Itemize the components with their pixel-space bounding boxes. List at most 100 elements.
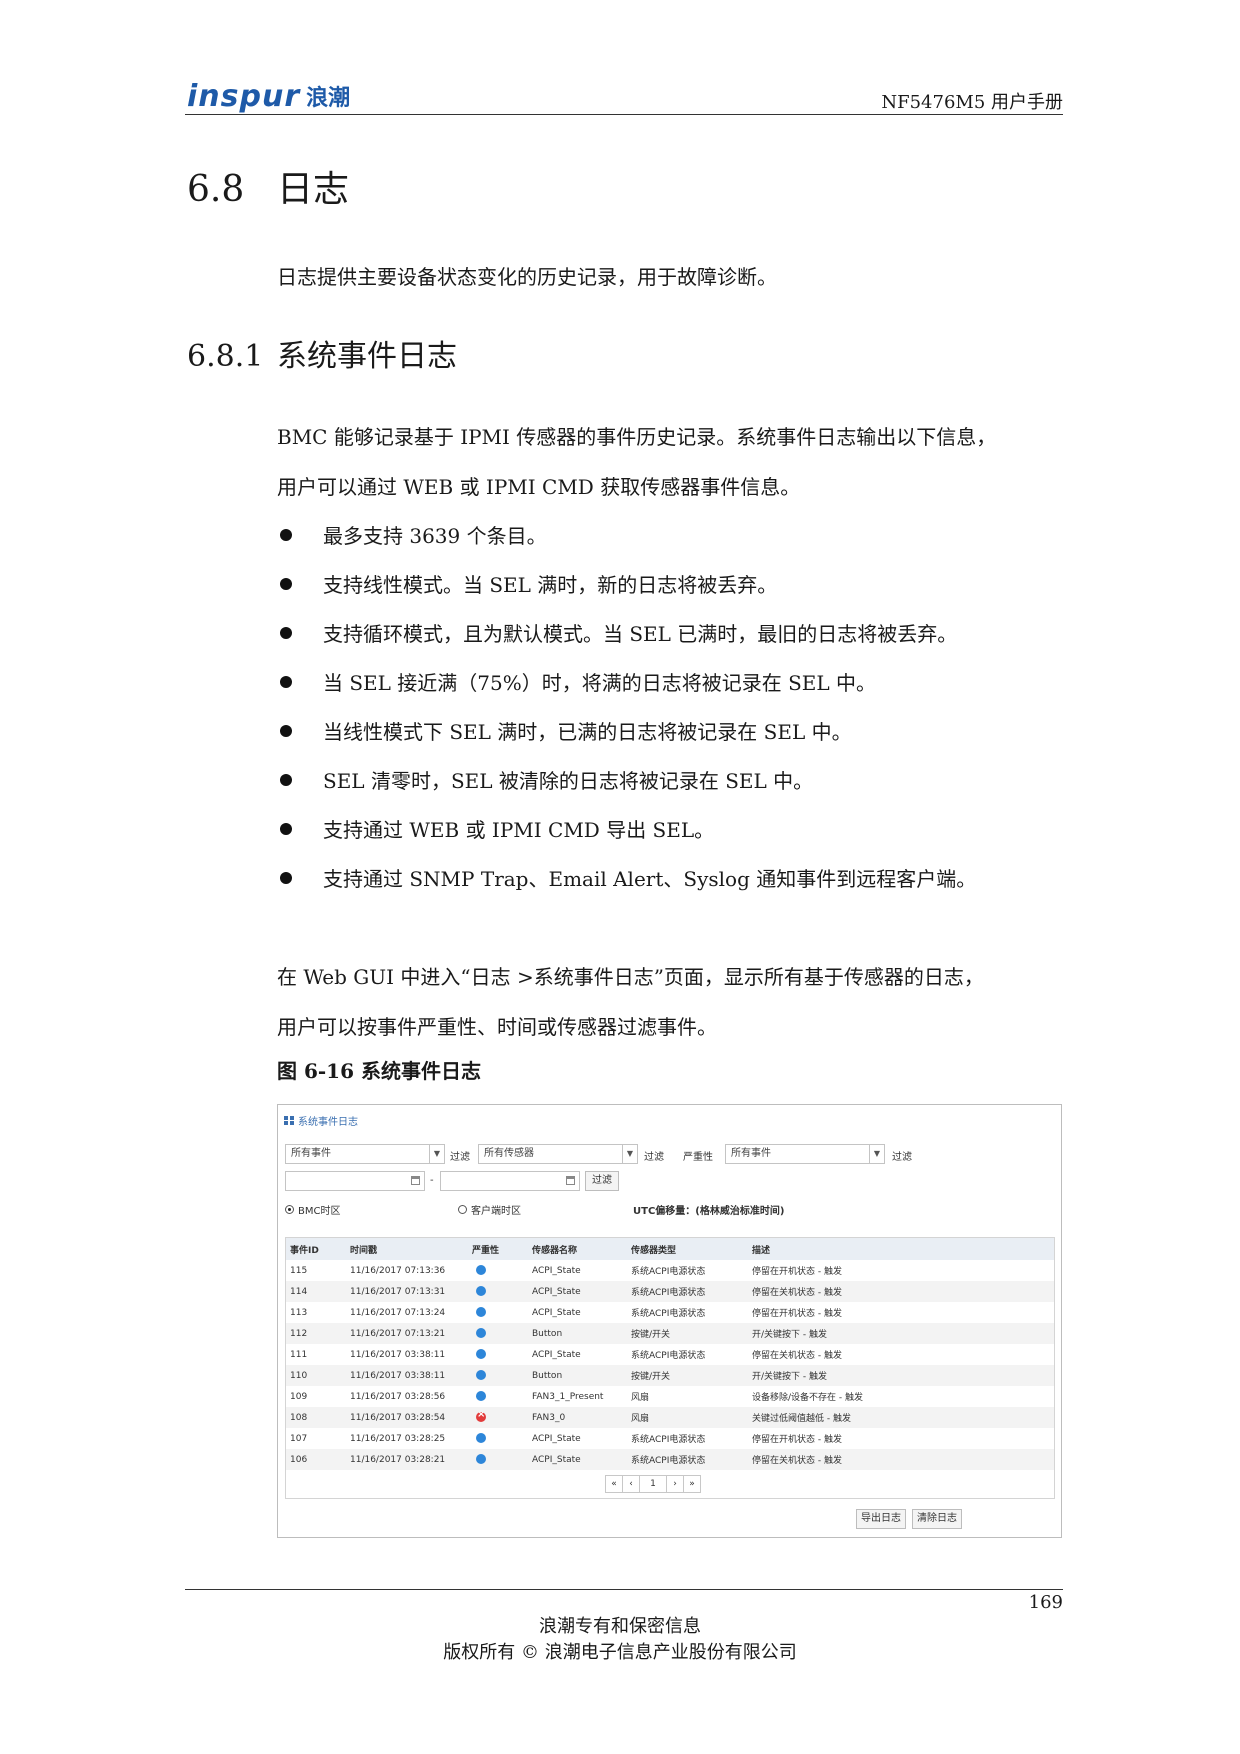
subsection-title: 系统事件日志: [277, 339, 457, 374]
table-row[interactable]: 112 11/16/2017 07:13:21 Button 按键/开关 开/关键按下 …: [286, 1323, 1054, 1344]
list-item: 当线性模式下 SEL 满时，已满的日志将被记录在 SEL 中。: [277, 706, 1077, 755]
table-row[interactable]: 114 11/16/2017 07:13:31 ACPI_State 系统ACPI电源…: [286, 1281, 1054, 1302]
sensor-name-cell: ACPI_State: [532, 1286, 581, 1297]
table-row[interactable]: 110 11/16/2017 03:38:11 Button 按键/开关 开/关键按下 …: [286, 1365, 1054, 1386]
sel-screenshot: 系统事件日志 所有事件 ▼ 过滤 所有传感器 ▼ 过滤 严重性 所有事件 ▼ 过…: [277, 1104, 1062, 1538]
column-header-event-id[interactable]: 事件ID: [286, 1243, 346, 1256]
radio-selected-icon: [285, 1205, 294, 1214]
calendar-icon[interactable]: [411, 1176, 420, 1185]
logo-wordmark: inspur: [187, 78, 301, 114]
sensor-name-cell: FAN3_1_Present: [532, 1391, 604, 1402]
list-item: 最多支持 3639 个条目。: [277, 510, 1077, 559]
export-log-button[interactable]: 导出日志: [856, 1509, 906, 1529]
column-header-sensor-name[interactable]: 传感器名称: [528, 1243, 627, 1256]
end-date-input[interactable]: [440, 1171, 580, 1191]
client-timezone-radio[interactable]: 客户端时区: [458, 1202, 521, 1217]
filter-button[interactable]: 过滤: [585, 1171, 619, 1191]
sensor-type-cell: 风扇: [631, 1414, 650, 1424]
table-row[interactable]: 115 11/16/2017 07:13:36 ACPI_State 系统ACPI电源…: [286, 1260, 1054, 1281]
footer-confidential: 浪潮专有和保密信息: [539, 1616, 701, 1637]
sensor-type-cell: 风扇: [631, 1393, 650, 1403]
last-page-button[interactable]: »: [683, 1475, 701, 1493]
column-header-timestamp[interactable]: 时间戳: [346, 1243, 468, 1256]
description-cell: 停留在关机状态 - 触发: [752, 1288, 842, 1298]
table-row[interactable]: 113 11/16/2017 07:13:24 ACPI_State 系统ACPI电源…: [286, 1302, 1054, 1323]
severity-select[interactable]: 所有事件 ▼: [725, 1144, 885, 1164]
prev-page-button[interactable]: ‹: [622, 1475, 640, 1493]
subsection-heading: 6.8.1 系统事件日志: [187, 331, 457, 375]
timestamp-cell: 11/16/2017 07:13:21: [350, 1328, 446, 1339]
table-row[interactable]: 109 11/16/2017 03:28:56 FAN3_1_Present 风扇 设备…: [286, 1386, 1054, 1407]
panel-title-text: 系统事件日志: [298, 1117, 358, 1128]
timestamp-cell: 11/16/2017 03:28:56: [350, 1391, 446, 1402]
paragraph-line: 在 Web GUI 中进入“日志 >系统事件日志”页面，显示所有基于传感器的日志…: [277, 965, 984, 989]
figure-caption: 图 6-16 系统事件日志: [277, 1059, 481, 1083]
table-row[interactable]: 106 11/16/2017 03:28:21 ACPI_State 系统ACPI电源…: [286, 1449, 1054, 1470]
body-paragraph-1: BMC 能够记录基于 IPMI 传感器的事件历史记录。系统事件日志输出以下信息，…: [277, 412, 1067, 512]
event-id-cell: 108: [290, 1412, 308, 1423]
pagination-area: « ‹ 1 › »: [286, 1470, 1054, 1498]
radio-label: 客户端时区: [471, 1206, 521, 1217]
list-item-text: 支持线性模式。当 SEL 满时，新的日志将被丢弃。: [323, 573, 778, 597]
table-row[interactable]: 107 11/16/2017 03:28:25 ACPI_State 系统ACPI电源…: [286, 1428, 1054, 1449]
info-icon: [476, 1286, 486, 1297]
sensor-type-cell: 系统ACPI电源状态: [631, 1288, 706, 1298]
table-row[interactable]: 111 11/16/2017 03:38:11 ACPI_State 系统ACPI电源…: [286, 1344, 1054, 1365]
severity-value: 所有事件: [731, 1148, 771, 1159]
bullet-icon: [280, 724, 292, 737]
table-header-row: 事件ID 时间戳 严重性 传感器名称 传感器类型 描述: [286, 1238, 1054, 1260]
list-item: 当 SEL 接近满（75%）时，将满的日志将被记录在 SEL 中。: [277, 657, 1077, 706]
sensor-select[interactable]: 所有传感器 ▼: [478, 1144, 638, 1164]
bullet-icon: [280, 871, 292, 884]
utc-offset-note: UTC偏移量：(格林威治标准时间): [633, 1206, 785, 1217]
clear-log-button[interactable]: 清除日志: [912, 1509, 962, 1529]
timestamp-cell: 11/16/2017 03:38:11: [350, 1349, 446, 1360]
section-heading: 6.8 日志: [187, 160, 349, 212]
list-item-text: 支持通过 SNMP Trap、Email Alert、Syslog 通知事件到远…: [323, 867, 977, 891]
chevron-down-icon: ▼: [429, 1145, 444, 1163]
sensor-name-cell: ACPI_State: [532, 1349, 581, 1360]
severity-cell: [468, 1265, 528, 1276]
info-icon: [476, 1433, 486, 1444]
bullet-icon: [280, 822, 292, 835]
calendar-icon[interactable]: [566, 1176, 575, 1185]
sensor-type-cell: 系统ACPI电源状态: [631, 1351, 706, 1361]
event-log-table: 事件ID 时间戳 严重性 传感器名称 传感器类型 描述 115 11/16/201…: [285, 1237, 1055, 1499]
intro-paragraph: 日志提供主要设备状态变化的历史记录，用于故障诊断。: [277, 265, 777, 289]
bmc-timezone-radio[interactable]: BMC时区: [285, 1202, 340, 1217]
table-row[interactable]: 108 11/16/2017 03:28:54 FAN3_0 风扇 关键过低阈值越低 -…: [286, 1407, 1054, 1428]
severity-cell: [468, 1286, 528, 1297]
column-header-severity[interactable]: 严重性: [468, 1243, 528, 1256]
description-cell: 开/关键按下 - 触发: [752, 1330, 828, 1340]
paragraph-line: BMC 能够记录基于 IPMI 传感器的事件历史记录。系统事件日志输出以下信息，: [277, 425, 997, 449]
bullet-icon: [280, 626, 292, 639]
header-divider: [185, 114, 1063, 115]
inspur-logo: inspur 浪潮: [187, 78, 350, 114]
timestamp-cell: 11/16/2017 03:28:25: [350, 1433, 446, 1444]
error-icon: [476, 1412, 486, 1423]
column-header-sensor-type[interactable]: 传感器类型: [627, 1243, 748, 1256]
timestamp-cell: 11/16/2017 07:13:24: [350, 1307, 446, 1318]
event-id-cell: 113: [290, 1307, 308, 1318]
pagination: « ‹ 1 › »: [605, 1475, 701, 1493]
list-item: 支持通过 SNMP Trap、Email Alert、Syslog 通知事件到远…: [277, 853, 1077, 902]
start-date-input[interactable]: [285, 1171, 425, 1191]
bullet-icon: [280, 675, 292, 688]
first-page-button[interactable]: «: [605, 1475, 623, 1493]
next-page-button[interactable]: ›: [666, 1475, 684, 1493]
description-cell: 关键过低阈值越低 - 触发: [752, 1414, 851, 1424]
event-id-cell: 112: [290, 1328, 308, 1339]
current-page[interactable]: 1: [639, 1475, 667, 1493]
body-paragraph-2: 在 Web GUI 中进入“日志 >系统事件日志”页面，显示所有基于传感器的日志…: [277, 952, 1067, 1052]
severity-cell: [468, 1307, 528, 1318]
event-id-cell: 114: [290, 1286, 308, 1297]
severity-cell: [468, 1328, 528, 1339]
sensor-type-cell: 系统ACPI电源状态: [631, 1267, 706, 1277]
description-cell: 停留在开机状态 - 触发: [752, 1435, 842, 1445]
event-type-select[interactable]: 所有事件 ▼: [285, 1144, 445, 1164]
severity-cell: [468, 1454, 528, 1465]
column-header-description[interactable]: 描述: [748, 1243, 1054, 1256]
subsection-number: 6.8.1: [187, 339, 264, 374]
event-id-cell: 110: [290, 1370, 308, 1381]
info-icon: [476, 1265, 486, 1276]
